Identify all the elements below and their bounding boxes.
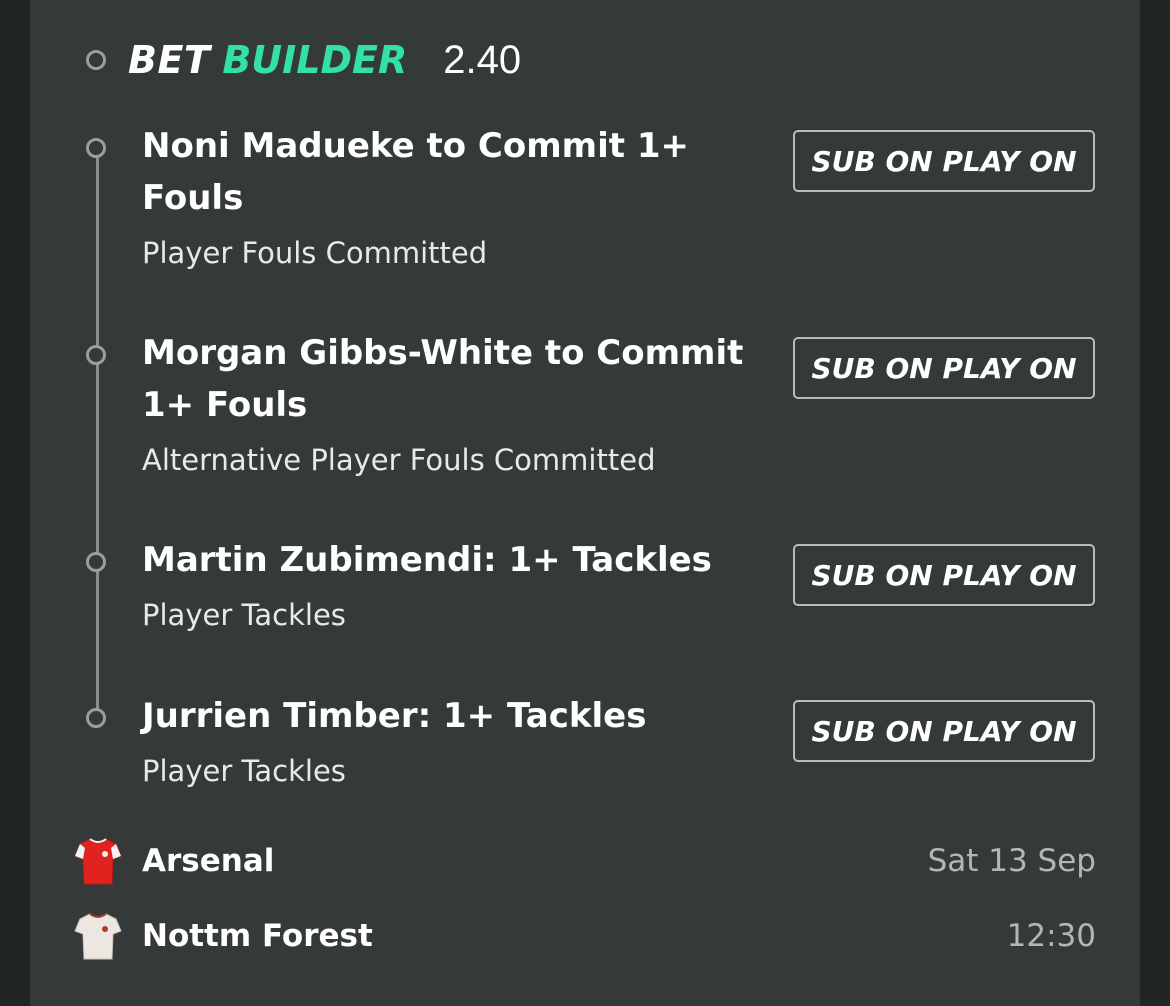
- selection-market: Player Tackles: [142, 754, 346, 788]
- selection-title: Noni Madueke to Commit 1+ Fouls: [142, 126, 689, 218]
- selection-title: Martin Zubimendi: 1+ Tackles: [142, 540, 712, 580]
- timeline-dot-icon: [86, 345, 106, 365]
- away-team-name: Nottm Forest: [142, 918, 373, 954]
- home-team-name: Arsenal: [142, 843, 275, 879]
- match-date: Sat 13 Sep: [927, 843, 1096, 879]
- timeline-dot-icon: [86, 138, 106, 158]
- selection-title: Morgan Gibbs-White to Commit 1+ Fouls: [142, 333, 744, 425]
- timeline-dot-icon: [86, 708, 106, 728]
- combined-odds: 2.40: [443, 37, 522, 82]
- timeline-dot-icon: [86, 50, 106, 70]
- red-shirt-icon: [74, 838, 122, 885]
- home-team-row: Arsenal Sat 13 Sep: [74, 835, 1096, 887]
- sub-on-play-on-button[interactable]: SUB ON PLAY ON: [793, 544, 1095, 606]
- sub-on-play-on-button[interactable]: SUB ON PLAY ON: [793, 337, 1095, 399]
- selection-market: Player Fouls Committed: [142, 236, 488, 270]
- selection-market: Alternative Player Fouls Committed: [142, 443, 656, 477]
- sub-on-play-on-button[interactable]: SUB ON PLAY ON: [793, 130, 1095, 192]
- bet-builder-header: BET BUILDER 2.40: [86, 36, 521, 84]
- bet-builder-card: BET BUILDER 2.40 Noni Madueke to Commit …: [30, 0, 1140, 1006]
- selection-market: Player Tackles: [142, 598, 346, 632]
- title-builder: BUILDER: [222, 38, 408, 82]
- timeline-dot-icon: [86, 552, 106, 572]
- away-team-row: Nottm Forest 12:30: [74, 910, 1096, 962]
- timeline-line: [96, 148, 99, 718]
- match-time: 12:30: [1006, 918, 1096, 954]
- title-bet: BET: [128, 38, 211, 82]
- white-shirt-icon: [74, 913, 122, 960]
- sub-on-play-on-button[interactable]: SUB ON PLAY ON: [793, 700, 1095, 762]
- selection-title: Jurrien Timber: 1+ Tackles: [142, 696, 647, 736]
